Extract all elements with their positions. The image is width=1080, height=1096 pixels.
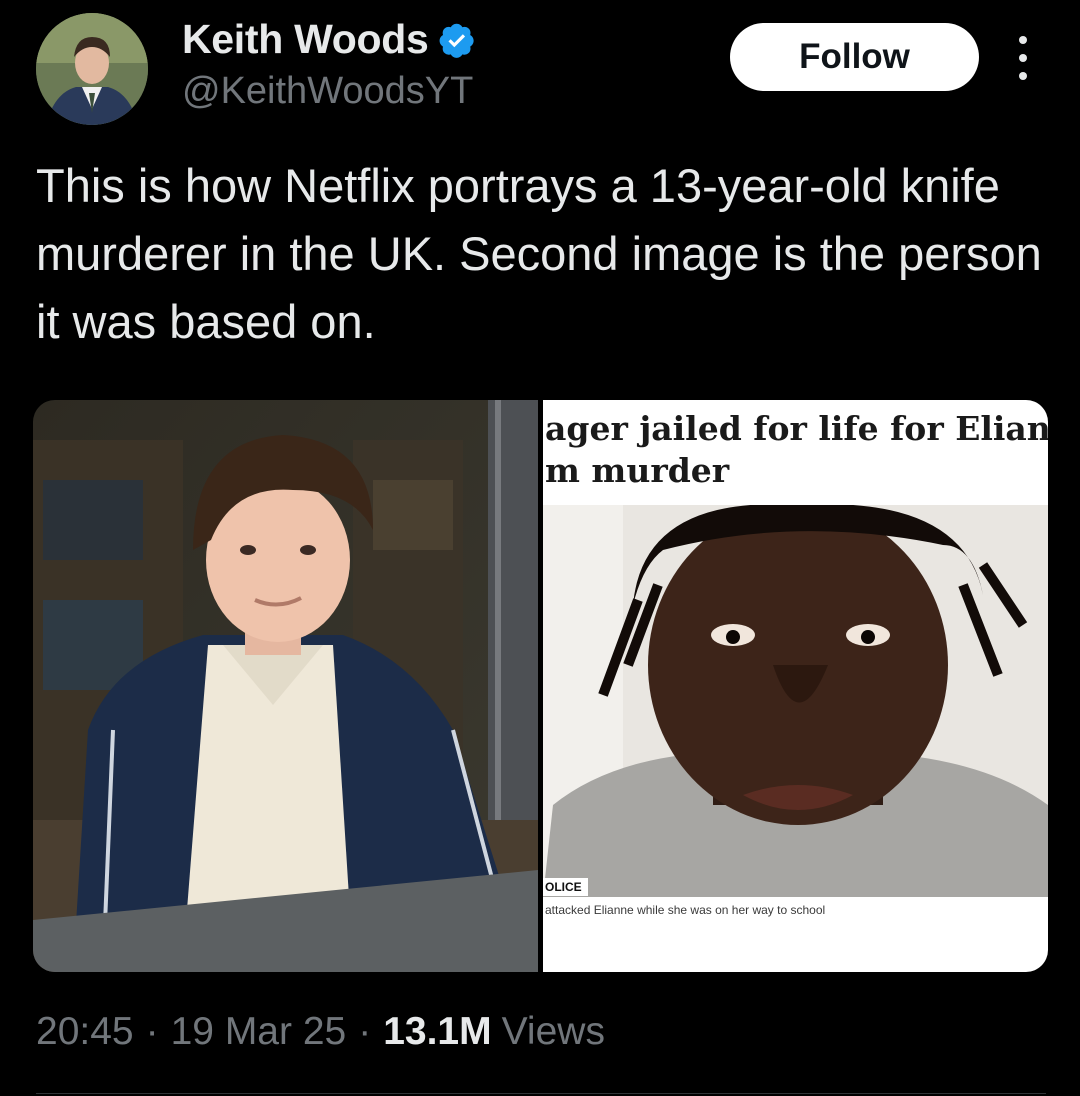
author-avatar[interactable]: [36, 13, 148, 125]
author-handle[interactable]: @KeithWoodsYT: [182, 70, 473, 113]
news-headline-line2: m murder: [545, 451, 730, 490]
news-headline-line1: ager jailed for life for Elian: [545, 409, 1048, 448]
tweet-time[interactable]: 20:45: [36, 1010, 134, 1054]
meta-separator: ·: [145, 1010, 159, 1053]
netflix-still-image: [33, 400, 538, 972]
news-caption: attacked Elianne while she was on her wa…: [545, 903, 826, 917]
news-headline: ager jailed for life for Elian m murder: [543, 408, 1048, 492]
tweet-card: Keith Woods @KeithWoodsYT Follow This is…: [0, 0, 1080, 1096]
photo-credit: OLICE: [543, 878, 588, 896]
more-dot: [1019, 36, 1027, 44]
tweet-date[interactable]: 19 Mar 25: [171, 1010, 347, 1054]
media-image-left[interactable]: [33, 400, 538, 972]
author-name-row[interactable]: Keith Woods: [182, 16, 476, 63]
media-image-right[interactable]: ager jailed for life for Elian m murder: [543, 400, 1048, 972]
views-label: Views: [501, 1010, 605, 1053]
more-dot: [1019, 72, 1027, 80]
views-count: 13.1M: [383, 1010, 492, 1053]
verified-badge-icon: [440, 23, 475, 58]
author-display-name[interactable]: Keith Woods: [182, 16, 429, 63]
avatar-image: [36, 13, 148, 125]
divider: [36, 1093, 1046, 1094]
follow-button[interactable]: Follow: [730, 23, 979, 91]
meta-separator: ·: [358, 1010, 372, 1053]
more-options-icon[interactable]: [1004, 36, 1042, 80]
more-dot: [1019, 54, 1027, 62]
tweet-media[interactable]: ager jailed for life for Elian m murder: [33, 400, 1048, 972]
tweet-meta: 20:45 · 19 Mar 25 · 13.1M Views: [36, 1010, 605, 1054]
tweet-text: This is how Netflix portrays a 13-year-o…: [36, 159, 1042, 348]
mugshot-image: [543, 505, 1048, 897]
